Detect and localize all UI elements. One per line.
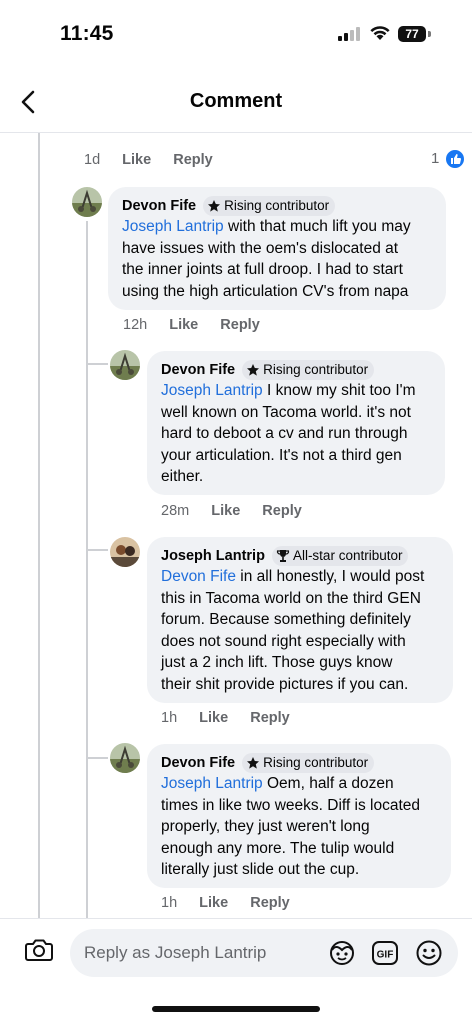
star-icon (247, 364, 260, 376)
comment-meta: 12h Like Reply (123, 317, 278, 333)
comment-bubble: Devon Fife Rising contributor Joseph Lan… (147, 351, 445, 495)
emoji-icon[interactable] (415, 939, 443, 967)
comment-line: either. (161, 468, 204, 485)
reply-button[interactable]: Reply (262, 503, 302, 519)
comment-text: Joseph Lantrip I know my shit too I'm we… (161, 380, 431, 488)
reply-composer: Reply as Joseph Lantrip GIF (0, 918, 472, 989)
comment-bubble: Devon Fife Rising contributor Joseph Lan… (108, 187, 446, 310)
like-button[interactable]: Like (122, 152, 151, 168)
truncated-text: — — — — — — — — — — — — — — — — (84, 133, 418, 140)
thumbs-up-icon[interactable] (444, 148, 466, 170)
battery-indicator: 77 (398, 26, 426, 42)
battery-cap (428, 31, 431, 37)
wifi-icon (370, 26, 390, 40)
star-icon (247, 757, 260, 769)
reply-input[interactable]: Reply as Joseph Lantrip GIF (70, 929, 458, 977)
badge-label: All-star contributor (292, 548, 403, 563)
comment-line: just a 2 inch lift. Those guys know (161, 654, 393, 671)
comment-time: 28m (161, 503, 190, 519)
trophy-icon (276, 550, 290, 562)
comment-bubble: Devon Fife Rising contributor Joseph Lan… (147, 744, 451, 888)
star-icon (208, 200, 221, 212)
comment-time: 1h (161, 710, 178, 726)
avatar[interactable] (110, 743, 140, 773)
comment-line: Oem, half a dozen (262, 775, 394, 792)
reply-connector (86, 549, 108, 551)
avatar[interactable] (110, 350, 140, 380)
comment-meta: 1d Like Reply (84, 152, 231, 168)
mention-link[interactable]: Joseph Lantrip (161, 382, 263, 399)
badge-label: Rising contributor (224, 198, 330, 213)
comment-meta: 28m Like Reply (161, 503, 320, 519)
comment-line: your articulation. It's not a third gen (161, 446, 402, 464)
camera-icon[interactable] (24, 937, 54, 963)
comment-bubble: Joseph Lantrip All-star contributor Devo… (147, 537, 453, 703)
mention-link[interactable]: Joseph Lantrip (122, 218, 224, 235)
avatar[interactable] (72, 187, 102, 217)
like-button[interactable]: Like (199, 895, 228, 911)
page-title: Comment (189, 90, 283, 112)
comment-line: this in Tacoma world on the third GEN (161, 589, 421, 607)
mention-link[interactable]: Devon Fife (161, 568, 236, 585)
contributor-badge: Rising contributor (242, 753, 375, 773)
comment-line: in all honestly, I would post (235, 568, 425, 585)
comment-author[interactable]: Devon Fife (161, 753, 235, 773)
reply-connector (86, 757, 108, 759)
status-time: 11:45 (60, 22, 114, 45)
comment-time: 1h (161, 895, 178, 911)
comment-line: does not sound right especially with (161, 632, 406, 650)
reply-button[interactable]: Reply (220, 317, 260, 333)
comment-line: I know my shit too I'm (262, 382, 416, 399)
badge-label: Rising contributor (263, 755, 369, 770)
comment-line: properly, they just weren't long (161, 818, 370, 835)
cellular-signal-icon (338, 27, 360, 41)
contributor-badge: All-star contributor (271, 546, 409, 566)
comment-time: 1d (84, 152, 101, 168)
reply-button[interactable]: Reply (173, 152, 213, 168)
comment-line: their shit provide pictures if you can. (161, 675, 409, 693)
comment-text: Joseph Lantrip with that much lift you m… (122, 216, 432, 302)
comment-line: have issues with the oem's dislocated at (122, 239, 399, 257)
comment-text: Joseph Lantrip Oem, half a dozen times i… (161, 773, 437, 881)
comment-thread[interactable]: — — — — — — — — — — — — — — — — 1d Like … (0, 133, 472, 918)
comment-meta: 1h Like Reply (161, 710, 308, 726)
comment-author[interactable]: Joseph Lantrip (161, 546, 265, 566)
comment-line: using the high articulation CV's from na… (122, 282, 409, 300)
comment-line: forum. Because something definitely (161, 611, 411, 628)
header: Comment (0, 72, 472, 133)
comment-meta: 1h Like Reply (161, 895, 308, 911)
like-button[interactable]: Like (169, 317, 198, 333)
thread-connector-line (86, 221, 88, 918)
comment-line: the inner joints at full droop. I had to… (122, 261, 403, 278)
thread-connector-line (38, 133, 40, 918)
status-bar: 11:45 77 (0, 0, 472, 72)
reaction-count[interactable]: 1 (431, 150, 439, 167)
comment-line: with that much lift you may (223, 218, 411, 235)
gif-icon[interactable]: GIF (371, 939, 399, 967)
comment-author[interactable]: Devon Fife (122, 196, 196, 216)
badge-label: Rising contributor (263, 362, 369, 377)
contributor-badge: Rising contributor (242, 360, 375, 380)
reply-button[interactable]: Reply (250, 895, 290, 911)
reply-connector (86, 363, 108, 365)
home-indicator[interactable] (152, 1006, 320, 1012)
svg-text:GIF: GIF (377, 950, 394, 961)
comment-line: literally just slide out the cup. (161, 861, 360, 878)
comment-line: well known on Tacoma world. it's not (161, 403, 411, 421)
comment-line: enough any more. The tulip would (161, 839, 395, 857)
reply-placeholder: Reply as Joseph Lantrip (84, 943, 267, 962)
avatar-sticker-icon[interactable] (328, 939, 356, 967)
like-button[interactable]: Like (211, 503, 240, 519)
like-button[interactable]: Like (199, 710, 228, 726)
contributor-badge: Rising contributor (203, 196, 336, 216)
avatar[interactable] (110, 537, 140, 567)
comment-author[interactable]: Devon Fife (161, 360, 235, 380)
mention-link[interactable]: Joseph Lantrip (161, 775, 263, 792)
reply-button[interactable]: Reply (250, 710, 290, 726)
comment-time: 12h (123, 317, 148, 333)
comment-text: Devon Fife in all honestly, I would post… (161, 566, 439, 695)
comment-line: hard to deboot a cv and run through (161, 425, 408, 442)
comment-line: times in like two weeks. Diff is located (161, 796, 421, 814)
